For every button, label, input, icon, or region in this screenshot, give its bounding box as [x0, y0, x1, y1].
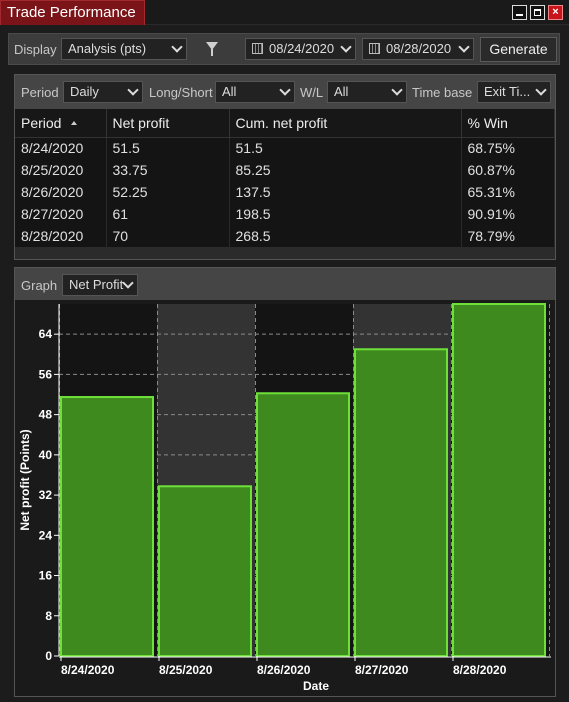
x-axis-title: Date [303, 679, 329, 693]
y-tick-label: 0 [45, 649, 52, 663]
column-header-period[interactable]: Period [15, 109, 107, 138]
toolbar: Display Analysis (pts) 08/24/2020 08/28/… [8, 33, 560, 65]
cell-net-profit: 33.75 [106, 159, 230, 181]
chevron-down-icon [122, 277, 134, 289]
timebase-label: Time base [412, 85, 473, 100]
minimize-icon[interactable] [512, 5, 527, 20]
calendar-icon [252, 43, 263, 54]
net-profit-chart: 0 8 16 24 32 40 48 56 64 8/24/2020 8/25/2020 8/26/2… [18, 303, 551, 693]
cell-pct-win: 65.31% [461, 181, 555, 203]
bar [158, 485, 252, 657]
longshort-select[interactable]: All [215, 81, 295, 103]
period-select[interactable]: Daily [63, 81, 143, 103]
chevron-down-icon [279, 84, 291, 96]
chevron-down-icon [458, 41, 470, 53]
y-tick-label: 8 [45, 609, 52, 623]
cell-period: 8/24/2020 [15, 137, 107, 159]
graph-label: Graph [21, 278, 58, 293]
graph-metric-value: Net Profit [69, 277, 124, 292]
start-date-picker[interactable]: 08/24/2020 [245, 38, 356, 60]
y-tick-label: 56 [39, 367, 53, 381]
display-label: Display [14, 42, 57, 57]
filter-icon[interactable] [206, 42, 218, 56]
calendar-icon [369, 43, 380, 54]
table-row[interactable]: 8/24/2020 51.5 51.5 68.75% [15, 137, 555, 159]
cell-cum-net-profit: 85.25 [229, 159, 462, 181]
y-tick-label: 24 [39, 528, 53, 542]
sort-ascending-icon [71, 120, 78, 125]
x-tick-label: 8/25/2020 [159, 663, 213, 677]
chevron-down-icon [171, 41, 183, 53]
cell-period: 8/26/2020 [15, 181, 107, 203]
y-tick-label: 16 [39, 569, 53, 583]
graph-panel: Graph Net Profit 0 8 16 24 32 40 48 56 64 8/24/20… [14, 267, 556, 697]
performance-table: Period Net profit Cum. net profit % Win … [15, 109, 555, 247]
y-tick-label: 32 [39, 488, 53, 502]
x-tick-label: 8/27/2020 [355, 663, 409, 677]
bar [256, 392, 350, 657]
cell-pct-win: 68.75% [461, 137, 555, 159]
window-title: Trade Performance [0, 0, 145, 25]
x-tick-label: 8/24/2020 [61, 663, 115, 677]
table-row[interactable]: 8/28/2020 70 268.5 78.79% [15, 225, 555, 247]
timebase-value: Exit Ti... [484, 84, 531, 99]
cell-net-profit: 52.25 [106, 181, 230, 203]
cell-cum-net-profit: 268.5 [229, 225, 462, 247]
longshort-label: Long/Short [149, 85, 213, 100]
performance-table-panel: Period Daily Long/Short All W/L All Time… [14, 74, 556, 260]
display-select[interactable]: Analysis (pts) [61, 38, 187, 60]
table-row[interactable]: 8/26/2020 52.25 137.5 65.31% [15, 181, 555, 203]
end-date-value: 08/28/2020 [386, 41, 452, 56]
cell-cum-net-profit: 198.5 [229, 203, 462, 225]
cell-period: 8/28/2020 [15, 225, 107, 247]
graph-metric-select[interactable]: Net Profit [62, 274, 138, 296]
timebase-select[interactable]: Exit Ti... [477, 81, 551, 103]
end-date-picker[interactable]: 08/28/2020 [362, 38, 474, 60]
graph-bar: Graph Net Profit [15, 268, 555, 300]
cell-net-profit: 51.5 [106, 137, 230, 159]
start-date-value: 08/24/2020 [269, 41, 335, 56]
chevron-down-icon [535, 84, 547, 96]
filter-bar: Period Daily Long/Short All W/L All Time… [15, 75, 555, 109]
period-value: Daily [70, 84, 99, 99]
cell-period: 8/25/2020 [15, 159, 107, 181]
cell-net-profit: 61 [106, 203, 230, 225]
wl-label: W/L [300, 85, 324, 100]
table-header-row: Period Net profit Cum. net profit % Win [15, 109, 555, 138]
wl-select[interactable]: All [327, 81, 407, 103]
cell-pct-win: 90.91% [461, 203, 555, 225]
bar [354, 348, 448, 657]
chevron-down-icon [127, 84, 139, 96]
x-tick-label: 8/28/2020 [453, 663, 507, 677]
y-tick-label: 64 [39, 327, 53, 341]
chevron-down-icon [340, 41, 352, 53]
maximize-icon[interactable] [530, 5, 545, 20]
column-header-net-profit[interactable]: Net profit [106, 109, 230, 138]
x-tick-label: 8/26/2020 [257, 663, 311, 677]
close-icon[interactable]: × [548, 5, 563, 20]
cell-net-profit: 70 [106, 225, 230, 247]
wl-value: All [334, 84, 349, 99]
column-header-cum-net-profit[interactable]: Cum. net profit [229, 109, 462, 138]
cell-pct-win: 60.87% [461, 159, 555, 181]
title-bar: Trade Performance × [0, 0, 569, 25]
table-row[interactable]: 8/27/2020 61 198.5 90.91% [15, 203, 555, 225]
cell-cum-net-profit: 51.5 [229, 137, 462, 159]
longshort-value: All [222, 84, 237, 99]
y-tick-label: 40 [39, 448, 53, 462]
generate-button[interactable]: Generate [480, 37, 557, 62]
bar [452, 303, 546, 657]
cell-cum-net-profit: 137.5 [229, 181, 462, 203]
period-label: Period [21, 85, 59, 100]
chevron-down-icon [391, 84, 403, 96]
table-row[interactable]: 8/25/2020 33.75 85.25 60.87% [15, 159, 555, 181]
y-tick-label: 48 [39, 408, 53, 422]
cell-period: 8/27/2020 [15, 203, 107, 225]
bar [60, 396, 154, 658]
cell-pct-win: 78.79% [461, 225, 555, 247]
column-header-pct-win[interactable]: % Win [461, 109, 555, 138]
display-value: Analysis (pts) [68, 41, 147, 56]
y-axis-title: Net profit (Points) [18, 429, 32, 530]
